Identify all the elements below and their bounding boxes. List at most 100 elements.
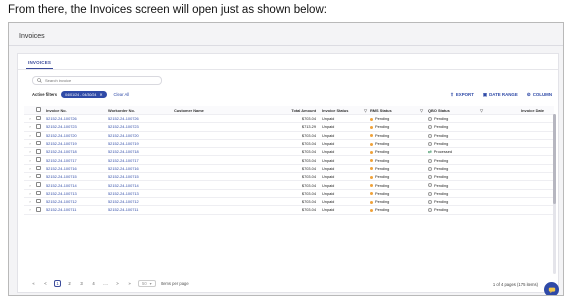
row-checkbox[interactable] xyxy=(36,182,46,188)
qbo-status-text: Pending xyxy=(434,165,449,171)
clear-all-link[interactable]: Clear All xyxy=(114,92,130,97)
table-row[interactable]: › 52152-24-100726 52152-24-100726 $703.04 Un… xyxy=(24,115,554,124)
col-total-amount[interactable]: Total Amount xyxy=(256,108,322,113)
column-label: COLUMN xyxy=(532,92,552,97)
table-row[interactable]: › 52152-24-100718 52152-24-100718 $703.04 Un… xyxy=(24,148,554,157)
row-checkbox[interactable] xyxy=(36,149,46,155)
qbo-status-cell: Pending xyxy=(428,133,486,138)
table-scrollbar[interactable] xyxy=(553,114,556,274)
filter-icon[interactable]: ▽ xyxy=(364,108,367,113)
export-icon: ⇪ xyxy=(450,92,454,97)
invoice-no-link[interactable]: 52152-24-100711 xyxy=(46,207,108,212)
prev-page-button[interactable]: < xyxy=(42,280,49,287)
col-workorder-no[interactable]: Workorder No. xyxy=(108,108,174,113)
close-icon[interactable]: ✕ xyxy=(99,92,102,97)
workorder-no-link[interactable]: 52152-24-100711 xyxy=(108,207,174,212)
workorder-no-link[interactable]: 52152-24-100720 xyxy=(108,133,174,138)
invoice-no-link[interactable]: 52152-24-100712 xyxy=(46,199,108,204)
first-page-button[interactable]: « xyxy=(30,280,37,287)
expand-row-icon[interactable]: › xyxy=(24,133,36,138)
col-rms-status[interactable]: RMS Status ▽ xyxy=(370,108,428,113)
last-page-button[interactable]: » xyxy=(126,280,133,287)
filter-icon[interactable]: ▽ xyxy=(480,108,483,113)
row-checkbox[interactable] xyxy=(36,115,46,122)
workorder-no-link[interactable]: 52152-24-100713 xyxy=(108,191,174,196)
export-button[interactable]: ⇪ EXPORT xyxy=(450,92,474,98)
select-all-checkbox[interactable] xyxy=(36,107,46,113)
table-row[interactable]: › 52152-24-100711 52152-24-100711 $703.04 Un… xyxy=(24,206,554,215)
invoice-no-link[interactable]: 52152-24-100720 xyxy=(46,133,108,138)
workorder-no-link[interactable]: 52152-24-100712 xyxy=(108,199,174,204)
expand-row-icon[interactable]: › xyxy=(24,183,36,188)
expand-row-icon[interactable]: › xyxy=(24,141,36,146)
page-button[interactable]: 2 xyxy=(66,280,73,287)
col-customer-name[interactable]: Customer Name xyxy=(174,108,256,113)
invoice-no-link[interactable]: 52152-24-100715 xyxy=(46,174,108,179)
filter-icon[interactable]: ▽ xyxy=(420,108,423,113)
col-invoice-date[interactable]: Invoice Date xyxy=(486,108,546,113)
workorder-no-link[interactable]: 52152-24-100718 xyxy=(108,149,174,154)
workorder-no-link[interactable]: 52152-24-100719 xyxy=(108,141,174,146)
table-row[interactable]: › 52152-24-100716 52152-24-100716 $703.04 Un… xyxy=(24,165,554,174)
expand-row-icon[interactable]: › xyxy=(24,207,36,212)
table-row[interactable]: › 52152-24-100723 52152-24-100723 $713.29 Un… xyxy=(24,123,554,132)
invoice-no-link[interactable]: 52152-24-100714 xyxy=(46,183,108,188)
workorder-no-link[interactable]: 52152-24-100723 xyxy=(108,124,174,129)
row-checkbox[interactable] xyxy=(36,165,46,172)
invoice-no-link[interactable]: 52152-24-100719 xyxy=(46,141,108,146)
table-row[interactable]: › 52152-24-100717 52152-24-100717 $703.04 Un… xyxy=(24,156,554,165)
page-button[interactable]: 1 xyxy=(54,280,61,287)
search-box[interactable] xyxy=(32,76,162,85)
table-row[interactable]: › 52152-24-100712 52152-24-100712 $703.04 Un… xyxy=(24,198,554,207)
items-per-page-select[interactable]: 50 ▾ xyxy=(138,280,156,287)
row-checkbox[interactable] xyxy=(36,157,46,163)
row-checkbox[interactable] xyxy=(36,124,46,130)
expand-row-icon[interactable]: › xyxy=(24,158,36,163)
row-checkbox[interactable] xyxy=(36,132,46,138)
qbo-status-text: Pending xyxy=(434,157,449,163)
expand-row-icon[interactable]: › xyxy=(24,199,36,204)
qbo-status-cell: Pending xyxy=(428,166,486,171)
page-button[interactable]: 4 xyxy=(90,280,97,287)
table-row[interactable]: › 52152-24-100713 52152-24-100713 $703.04 Un… xyxy=(24,190,554,198)
row-checkbox[interactable] xyxy=(36,207,46,213)
expand-row-icon[interactable]: › xyxy=(24,174,36,179)
column-button[interactable]: ⚙ COLUMN xyxy=(527,92,552,98)
invoice-no-link[interactable]: 52152-24-100716 xyxy=(46,166,108,171)
expand-row-icon[interactable]: › xyxy=(24,149,36,154)
invoice-no-link[interactable]: 52152-24-100717 xyxy=(46,158,108,163)
invoice-no-link[interactable]: 52152-24-100718 xyxy=(46,149,108,154)
invoice-no-link[interactable]: 52152-24-100713 xyxy=(46,191,108,196)
expand-row-icon[interactable]: › xyxy=(24,124,36,129)
col-invoice-no[interactable]: Invoice No. xyxy=(46,108,108,113)
table-row[interactable]: › 52152-24-100719 52152-24-100719 $703.04 Un… xyxy=(24,140,554,149)
expand-row-icon[interactable]: › xyxy=(24,116,36,121)
tab-invoices[interactable]: INVOICES xyxy=(26,58,54,69)
table-row[interactable]: › 52152-24-100715 52152-24-100715 $703.04 Un… xyxy=(24,173,554,182)
expand-row-icon[interactable]: › xyxy=(24,166,36,171)
date-range-button[interactable]: ▣ DATE RANGE xyxy=(483,92,518,98)
row-checkbox[interactable] xyxy=(36,140,46,147)
items-per-page-label: Items per page xyxy=(160,281,189,286)
date-filter-chip[interactable]: 04/01/24 - 04/30/24 ✕ xyxy=(61,91,107,98)
workorder-no-link[interactable]: 52152-24-100717 xyxy=(108,158,174,163)
row-checkbox[interactable] xyxy=(36,190,46,197)
table-row[interactable]: › 52152-24-100720 52152-24-100720 $703.04 Un… xyxy=(24,132,554,140)
invoice-no-link[interactable]: 52152-24-100723 xyxy=(46,124,108,129)
chat-button[interactable] xyxy=(544,282,559,295)
col-invoice-status[interactable]: Invoice Status ▽ xyxy=(322,108,370,113)
row-checkbox[interactable] xyxy=(36,198,46,205)
search-input[interactable] xyxy=(45,78,155,83)
workorder-no-link[interactable]: 52152-24-100716 xyxy=(108,166,174,171)
invoice-no-link[interactable]: 52152-24-100726 xyxy=(46,116,108,121)
page-button[interactable]: 3 xyxy=(78,280,85,287)
table-row[interactable]: › 52152-24-100714 52152-24-100714 $703.04 Un… xyxy=(24,181,554,190)
scrollbar-thumb[interactable] xyxy=(553,114,556,204)
workorder-no-link[interactable]: 52152-24-100715 xyxy=(108,174,174,179)
expand-row-icon[interactable]: › xyxy=(24,191,36,196)
row-checkbox[interactable] xyxy=(36,173,46,180)
col-qbo-status[interactable]: QBO Status ▽ xyxy=(428,108,486,113)
next-page-button[interactable]: > xyxy=(114,280,121,287)
workorder-no-link[interactable]: 52152-24-100726 xyxy=(108,116,174,121)
workorder-no-link[interactable]: 52152-24-100714 xyxy=(108,183,174,188)
